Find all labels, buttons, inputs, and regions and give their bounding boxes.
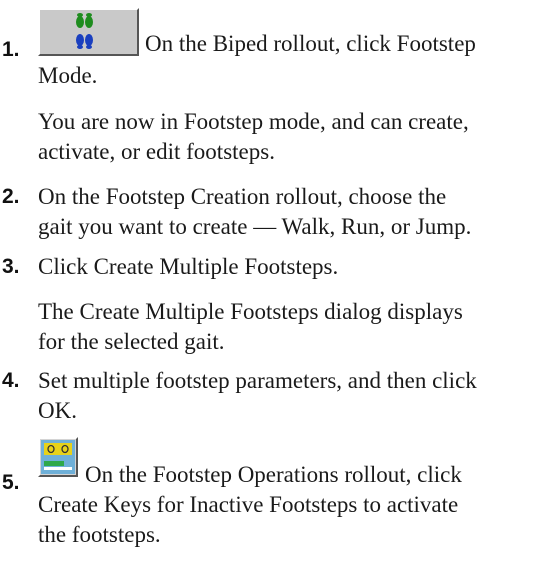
step-note-line: for the selected gait. xyxy=(38,329,225,354)
step-text-line: Create Keys for Inactive Footsteps to ac… xyxy=(38,492,459,517)
create-keys-button[interactable] xyxy=(38,437,78,477)
step-text-line: gait you want to create — Walk, Run, or … xyxy=(38,214,472,239)
step-number: 4. xyxy=(2,369,20,392)
step-number: 5. xyxy=(2,471,20,494)
step-number: 2. xyxy=(2,185,20,208)
step-note-line: You are now in Footstep mode, and can cr… xyxy=(38,109,469,134)
step-text-line: Mode. xyxy=(38,63,98,88)
step-text-line: Set multiple footstep parameters, and th… xyxy=(38,368,477,393)
step-text-line: Click Create Multiple Footsteps. xyxy=(38,254,339,279)
step-text-line: On the Biped rollout, click Footstep xyxy=(145,31,476,56)
footstep-mode-icon xyxy=(76,13,93,49)
step-note-line: The Create Multiple Footsteps dialog dis… xyxy=(38,299,463,324)
step-number: 1. xyxy=(2,38,20,61)
footstep-mode-button[interactable] xyxy=(38,8,139,56)
step-text-line: the footsteps. xyxy=(38,522,161,547)
step-text-line: On the Footstep Creation rollout, choose… xyxy=(38,184,447,209)
step-note-line: activate, or edit footsteps. xyxy=(38,139,275,164)
step-number: 3. xyxy=(2,255,20,278)
step-text-line: On the Footstep Operations rollout, clic… xyxy=(85,462,462,487)
step-text-line: OK. xyxy=(38,398,77,423)
create-keys-inactive-footsteps-icon xyxy=(41,440,75,474)
